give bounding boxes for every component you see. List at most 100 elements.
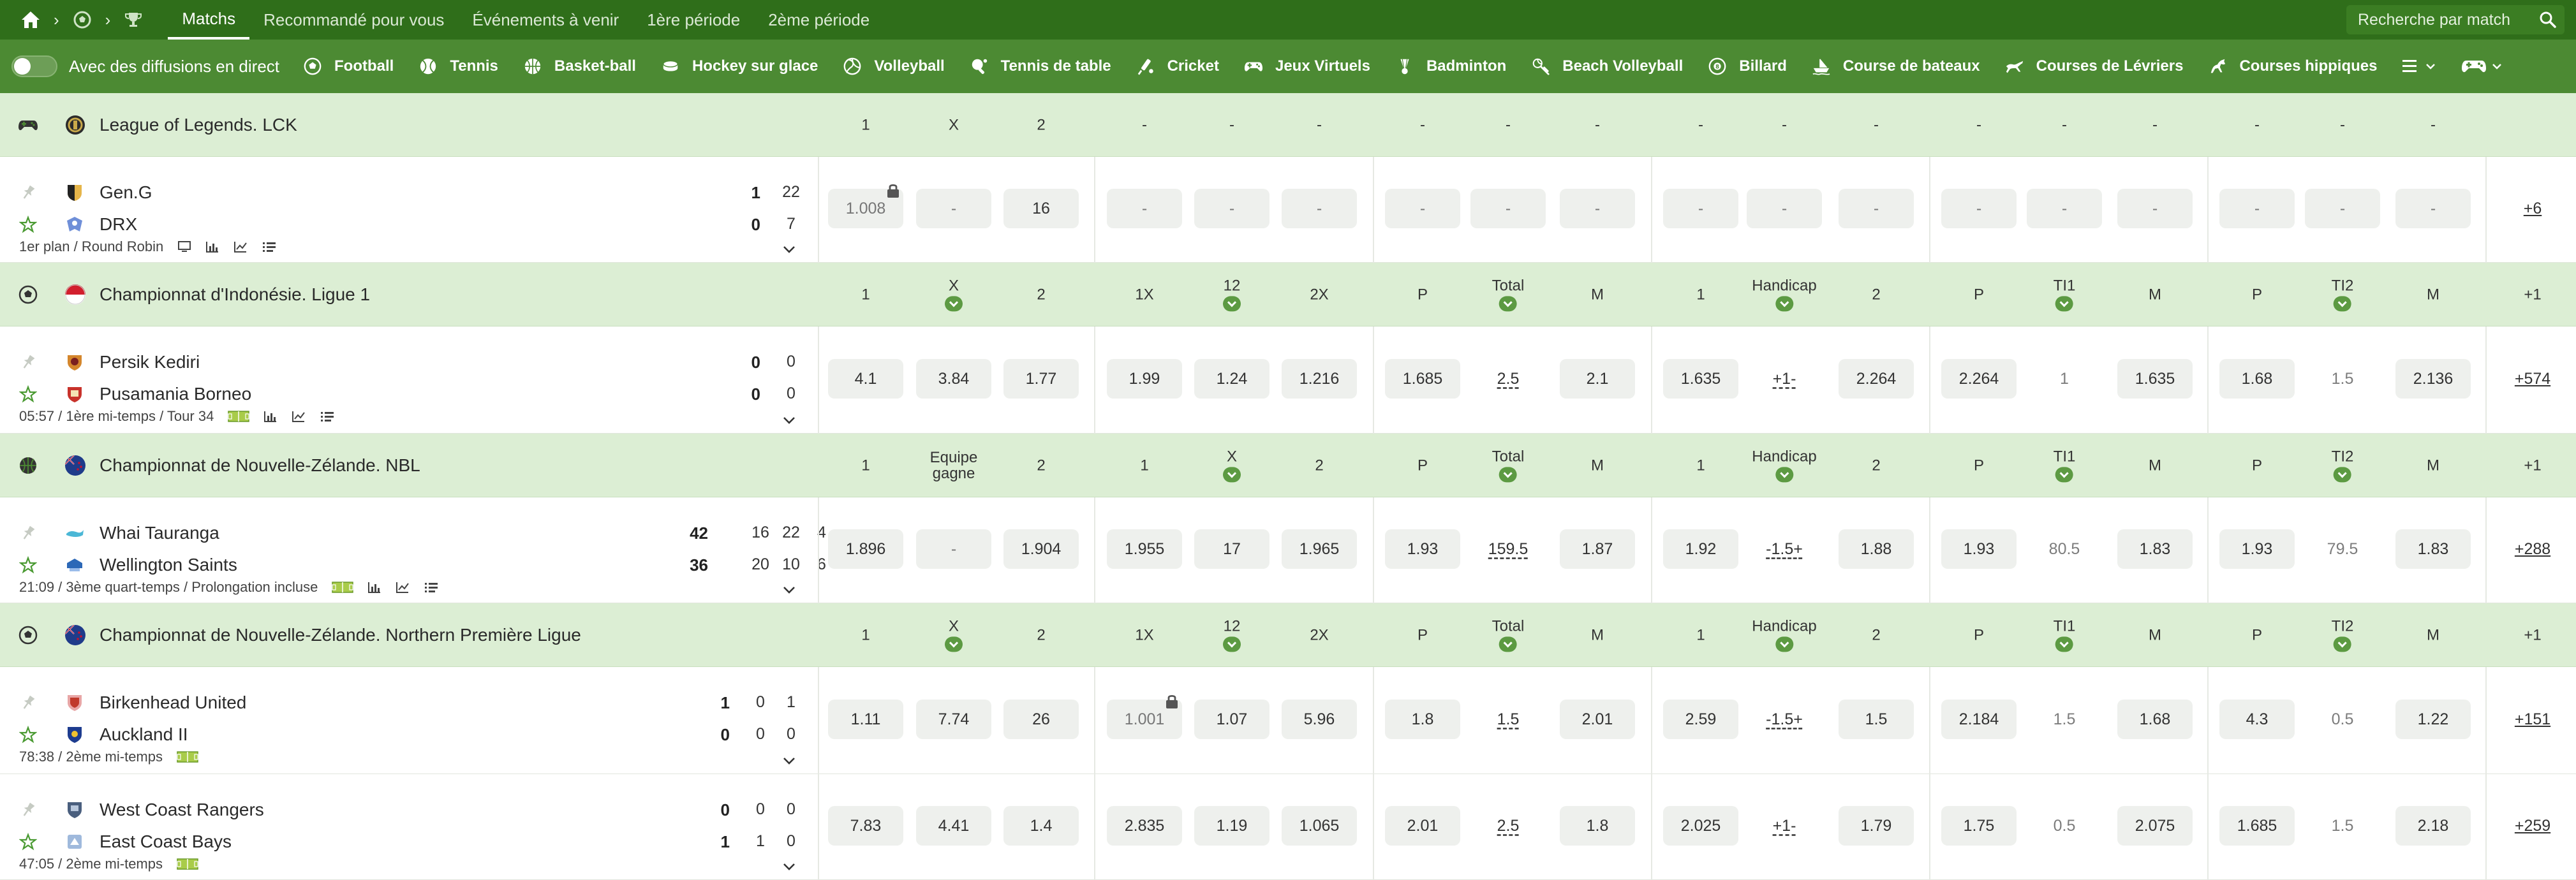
odds-button[interactable]: 1.07 xyxy=(1194,700,1269,739)
odds-button[interactable]: 1.83 xyxy=(2395,529,2471,569)
chevron-down-icon[interactable] xyxy=(1775,467,1793,483)
sport-item-3[interactable]: Hockey sur glace xyxy=(660,56,818,77)
sport-item-5[interactable]: Tennis de table xyxy=(969,56,1111,77)
market-parameter[interactable]: 2.5 xyxy=(1497,817,1520,835)
sport-item-12[interactable]: Courses de Lévriers xyxy=(2004,56,2183,77)
odds-button[interactable]: 4.41 xyxy=(916,806,991,846)
odds-button[interactable]: 1.99 xyxy=(1107,359,1182,399)
market-header[interactable]: TI1 xyxy=(2054,277,2075,312)
odds-button[interactable]: 1.24 xyxy=(1194,359,1269,399)
odds-button[interactable]: 1.22 xyxy=(2395,700,2471,739)
market-header[interactable]: Handicap xyxy=(1752,448,1817,483)
pin-icon[interactable] xyxy=(19,694,37,715)
market-parameter[interactable]: 159.5 xyxy=(1488,540,1529,559)
favorite-star-icon[interactable] xyxy=(19,832,38,854)
team-away-name[interactable]: DRX xyxy=(100,214,137,235)
expand-chevron-icon[interactable] xyxy=(781,752,797,769)
search-icon[interactable] xyxy=(2539,11,2557,32)
market-header[interactable]: TI2 xyxy=(2332,448,2353,483)
odds-button[interactable]: 1.965 xyxy=(1282,529,1357,569)
chevron-down-icon[interactable] xyxy=(2055,467,2073,483)
field-icon[interactable] xyxy=(177,751,198,763)
odds-button[interactable]: 2.184 xyxy=(1941,700,2017,739)
odds-button[interactable]: 16 xyxy=(1003,189,1079,228)
favorite-star-icon[interactable] xyxy=(19,725,38,747)
odds-button[interactable]: - xyxy=(2117,189,2193,228)
pin-icon[interactable] xyxy=(19,801,37,822)
tab-2[interactable]: Événements à venir xyxy=(458,0,633,40)
team-home-name[interactable]: Persik Kediri xyxy=(100,352,200,372)
market-header[interactable]: X xyxy=(945,277,963,312)
odds-button[interactable]: 1.635 xyxy=(2117,359,2193,399)
field-icon[interactable] xyxy=(228,410,250,423)
chevron-down-icon[interactable] xyxy=(1223,467,1241,483)
odds-button[interactable]: - xyxy=(2027,189,2102,228)
chevron-down-icon[interactable] xyxy=(2055,296,2073,312)
market-parameter[interactable]: -1.5+ xyxy=(1766,710,1803,729)
odds-button[interactable]: 2.835 xyxy=(1107,806,1182,846)
sport-item-1[interactable]: Tennis xyxy=(418,56,498,77)
odds-button[interactable]: 1.19 xyxy=(1194,806,1269,846)
chevron-down-icon[interactable] xyxy=(1223,636,1241,652)
more-markets-link[interactable]: +151 xyxy=(2515,710,2550,729)
odds-button[interactable]: 1.904 xyxy=(1003,529,1079,569)
line-chart-icon[interactable] xyxy=(396,581,410,594)
expand-chevron-icon[interactable] xyxy=(781,858,797,875)
team-away-name[interactable]: Pusamania Borneo xyxy=(100,384,251,404)
odds-button[interactable]: - xyxy=(2219,189,2295,228)
market-header[interactable]: 12 xyxy=(1223,277,1241,312)
odds-button[interactable]: 4.1 xyxy=(828,359,903,399)
chevron-down-icon[interactable] xyxy=(1775,296,1793,312)
league-name[interactable]: League of Legends. LCK xyxy=(100,115,297,135)
expand-chevron-icon[interactable] xyxy=(781,412,797,429)
sport-item-11[interactable]: Course de bateaux xyxy=(1811,56,1980,77)
odds-button[interactable]: 1.92 xyxy=(1663,529,1738,569)
bar-chart-icon[interactable] xyxy=(263,410,278,423)
market-parameter[interactable]: +1- xyxy=(1773,370,1796,388)
odds-button[interactable]: 1.88 xyxy=(1839,529,1914,569)
odds-button[interactable]: 1.93 xyxy=(1941,529,2017,569)
team-away-name[interactable]: East Coast Bays xyxy=(100,832,232,852)
market-header[interactable]: Total xyxy=(1492,618,1524,652)
team-home-name[interactable]: Whai Tauranga xyxy=(100,523,219,543)
more-markets-link[interactable]: +288 xyxy=(2515,540,2550,559)
odds-button[interactable]: - xyxy=(1194,189,1269,228)
chevron-down-icon[interactable] xyxy=(1499,467,1517,483)
sport-item-7[interactable]: Jeux Virtuels xyxy=(1243,56,1370,77)
odds-button[interactable]: - xyxy=(916,529,991,569)
odds-button[interactable]: 1.68 xyxy=(2117,700,2193,739)
sport-item-0[interactable]: Football xyxy=(302,56,394,77)
chevron-down-icon[interactable] xyxy=(1499,296,1517,312)
list-icon[interactable] xyxy=(262,240,277,253)
search-input[interactable] xyxy=(2358,10,2530,29)
more-markets-link[interactable]: +259 xyxy=(2515,817,2550,835)
market-header[interactable]: X xyxy=(1223,448,1241,483)
pin-icon[interactable] xyxy=(19,524,37,545)
odds-button[interactable]: 1.4 xyxy=(1003,806,1079,846)
chevron-down-icon[interactable] xyxy=(2334,296,2351,312)
bar-chart-icon[interactable] xyxy=(367,581,381,594)
football-icon[interactable] xyxy=(71,8,94,31)
chevron-down-icon[interactable] xyxy=(1775,636,1793,652)
chevron-down-icon[interactable] xyxy=(1499,636,1517,652)
odds-button[interactable]: 1.896 xyxy=(828,529,903,569)
team-home-name[interactable]: Birkenhead United xyxy=(100,693,246,713)
sport-item-13[interactable]: Courses hippiques xyxy=(2207,56,2377,77)
more-sports-button[interactable] xyxy=(2401,58,2437,75)
favorite-star-icon[interactable] xyxy=(19,215,38,237)
team-away-name[interactable]: Wellington Saints xyxy=(100,555,237,575)
odds-button[interactable]: 7.74 xyxy=(916,700,991,739)
market-header[interactable]: Handicap xyxy=(1752,618,1817,652)
pin-icon[interactable] xyxy=(19,353,37,374)
league-name[interactable]: Championnat de Nouvelle-Zélande. Norther… xyxy=(100,625,581,645)
chevron-down-icon[interactable] xyxy=(945,636,963,652)
odds-button[interactable]: 4.3 xyxy=(2219,700,2295,739)
odds-button[interactable]: - xyxy=(1107,189,1182,228)
sport-item-6[interactable]: Cricket xyxy=(1136,56,1219,77)
field-icon[interactable] xyxy=(332,581,354,594)
team-home-name[interactable]: Gen.G xyxy=(100,182,152,203)
league-name[interactable]: Championnat d'Indonésie. Ligue 1 xyxy=(100,284,370,305)
odds-button[interactable]: 1.065 xyxy=(1282,806,1357,846)
expand-chevron-icon[interactable] xyxy=(781,582,797,598)
odds-button[interactable]: 7.83 xyxy=(828,806,903,846)
